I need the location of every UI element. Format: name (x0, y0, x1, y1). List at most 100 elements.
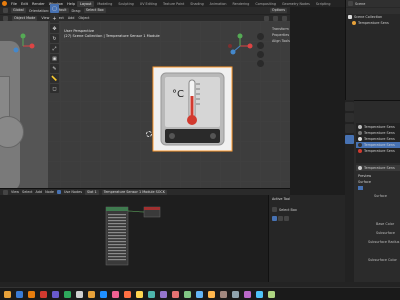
node-menu-view[interactable]: View (11, 190, 19, 194)
transform-dropdown[interactable]: Global (11, 8, 26, 13)
menu-help[interactable]: Help (65, 2, 77, 6)
temperature-sensor-model[interactable]: °C (152, 66, 233, 152)
editor-type-icon[interactable] (3, 8, 8, 13)
material-selector[interactable]: Temperature Sensor 1 Module SOCK (101, 189, 168, 195)
scale-tool[interactable]: ⤢ (50, 44, 59, 53)
menu-view[interactable]: View (41, 16, 49, 20)
options-dropdown[interactable]: Options (269, 8, 287, 13)
view3d-icon[interactable] (3, 15, 8, 21)
select-box-mode-icon[interactable] (272, 207, 277, 212)
tab-layout[interactable]: Layout (77, 0, 95, 7)
material-slot-label: Temperature Sens (364, 131, 395, 135)
taskbar-folder-icon[interactable] (88, 290, 95, 298)
transform-tool[interactable]: ▣ (50, 54, 59, 63)
left-navigation-gizmo[interactable] (10, 33, 36, 59)
taskbar-app-icon[interactable] (100, 290, 107, 298)
outliner-editor-icon[interactable] (348, 1, 353, 6)
measure-tool[interactable]: 📏 (50, 74, 59, 83)
taskbar-app-icon[interactable] (76, 290, 83, 298)
tab-scripting[interactable]: Scripting (313, 1, 334, 7)
drag-dropdown[interactable]: Select Box (83, 8, 106, 13)
zoom-icon[interactable] (257, 33, 264, 40)
output-properties-icon[interactable] (345, 113, 354, 122)
subsurface-radius-label: Subsurface Radius (368, 240, 400, 244)
tab-shading[interactable]: Shading (187, 1, 206, 7)
ortho-grid-icon[interactable] (257, 60, 264, 67)
tab-sculpting[interactable]: Sculpting (115, 1, 136, 7)
tab-rendering[interactable]: Rendering (229, 1, 252, 7)
npanel-transform[interactable]: Transform (272, 27, 328, 31)
annotate-tool[interactable]: ✎ (50, 64, 59, 73)
node-editor-canvas[interactable] (0, 195, 268, 282)
taskbar-app-icon[interactable] (232, 290, 239, 298)
add-cube-tool[interactable]: ◻ (50, 84, 59, 93)
taskbar-app-icon[interactable] (220, 290, 227, 298)
tab-geometry-nodes[interactable]: Geometry Nodes (279, 1, 313, 7)
taskbar-app-icon[interactable] (136, 290, 143, 298)
taskbar-app-icon[interactable] (160, 290, 167, 298)
menu-file[interactable]: File (9, 2, 19, 6)
node-menu-node[interactable]: Node (45, 190, 54, 194)
taskbar-app-icon[interactable] (16, 290, 23, 298)
surface-tab[interactable] (358, 186, 363, 190)
tab-animation[interactable]: Animation (207, 1, 230, 7)
taskbar-app-icon[interactable] (256, 290, 263, 298)
taskbar-app-icon[interactable] (196, 290, 203, 298)
node-menu-select[interactable]: Select (22, 190, 32, 194)
taskbar-app-icon[interactable] (244, 290, 251, 298)
menu-object[interactable]: Object (78, 16, 89, 20)
material-properties-icon[interactable] (345, 135, 354, 144)
pan-hand-icon[interactable] (257, 42, 264, 49)
taskbar-app-icon[interactable] (112, 290, 119, 298)
shading-solid-icon[interactable] (264, 15, 269, 21)
select-mode-extend-icon[interactable] (278, 216, 283, 221)
node-menu-add[interactable]: Add (36, 190, 43, 194)
slot-dropdown[interactable]: Slot 1 (84, 189, 99, 195)
menu-render[interactable]: Render (30, 2, 47, 6)
surface-panel-header[interactable]: Surface (358, 180, 400, 184)
select-mode-subtract-icon[interactable] (284, 216, 289, 221)
render-properties-icon[interactable] (345, 102, 354, 111)
active-tool-header[interactable]: Active Tool (269, 195, 345, 203)
npanel-properties[interactable]: Properties (272, 33, 328, 37)
cursor-tool[interactable]: + (50, 14, 59, 23)
move-tool[interactable]: ✥ (50, 24, 59, 33)
blender-logo-icon[interactable] (0, 0, 9, 7)
tab-texture-paint[interactable]: Texture Paint (160, 1, 187, 7)
material-datablock[interactable]: Temperature Sens (356, 165, 400, 171)
mode-dropdown[interactable]: Object Mode (12, 15, 38, 21)
taskbar-app-icon[interactable] (40, 290, 47, 298)
rotate-tool[interactable]: ↻ (50, 34, 59, 43)
taskbar-app-icon[interactable] (184, 290, 191, 298)
tab-compositing[interactable]: Compositing (252, 1, 279, 7)
taskbar-app-icon[interactable] (64, 290, 71, 298)
outliner-item[interactable]: Temperature Sens (346, 20, 400, 26)
material-slot-list[interactable]: Temperature Sens Temperature Sens Temper… (356, 123, 400, 163)
taskbar-app-icon[interactable] (268, 290, 275, 298)
object-properties-icon[interactable] (345, 124, 354, 133)
shading-rendered-icon[interactable] (282, 15, 287, 21)
navigation-gizmo[interactable] (227, 33, 253, 59)
use-nodes-checkbox[interactable] (56, 190, 61, 194)
shader-editor-icon[interactable] (3, 189, 8, 195)
npanel-align-tools[interactable]: Align Tools (272, 39, 328, 43)
select-box-tool[interactable]: ▢ (50, 4, 59, 13)
tab-modeling[interactable]: Modeling (94, 1, 115, 7)
taskbar-blender-icon[interactable] (28, 290, 35, 298)
shading-material-icon[interactable] (273, 15, 278, 21)
select-mode-new-icon[interactable] (272, 216, 277, 221)
taskbar-app-icon[interactable] (172, 290, 179, 298)
taskbar-app-icon[interactable] (208, 290, 215, 298)
taskbar-app-icon[interactable] (148, 290, 155, 298)
material-slot[interactable]: Temperature Sens (356, 148, 400, 154)
scene-selector[interactable]: Scene (355, 2, 365, 6)
taskbar-app-icon[interactable] (4, 290, 11, 298)
tab-uv-editing[interactable]: UV Editing (137, 1, 160, 7)
taskbar-app-icon[interactable] (124, 290, 131, 298)
preview-panel-header[interactable]: Preview (358, 174, 400, 178)
3d-cursor-icon[interactable] (146, 131, 152, 137)
camera-view-icon[interactable] (257, 51, 264, 58)
menu-add[interactable]: Add (68, 16, 75, 20)
menu-edit[interactable]: Edit (19, 2, 30, 6)
taskbar-app-icon[interactable] (52, 290, 59, 298)
